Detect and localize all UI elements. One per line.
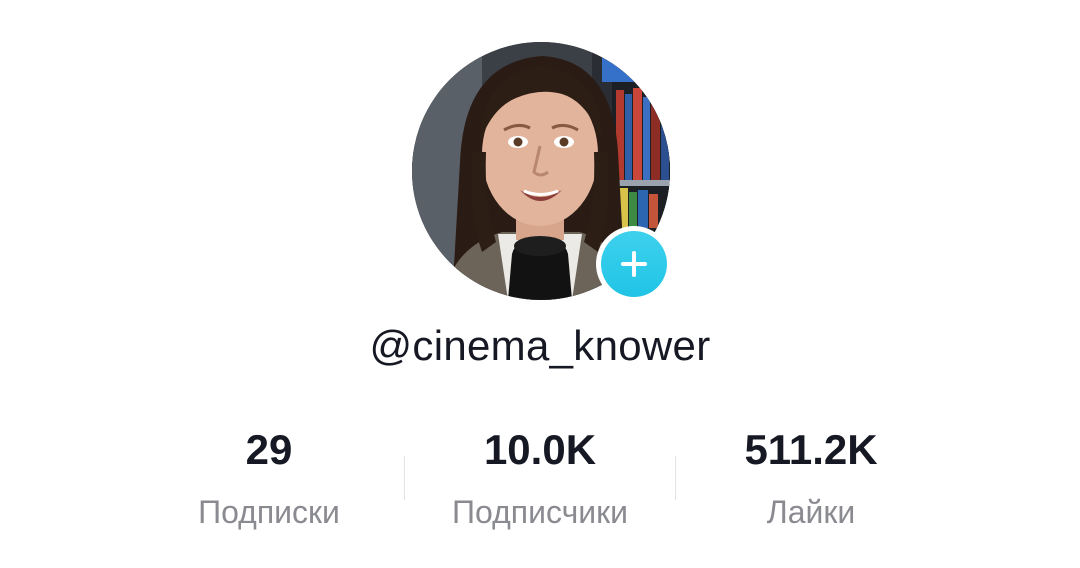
stat-divider <box>404 456 405 500</box>
profile-stats: 29 Подписки 10.0K Подписчики 511.2K Лайк… <box>0 420 1080 540</box>
stat-divider <box>675 456 676 500</box>
following-stat[interactable]: 29 Подписки <box>139 420 399 542</box>
followers-label: Подписчики <box>451 494 629 530</box>
followers-count: 10.0K <box>483 426 597 473</box>
follow-button[interactable] <box>596 226 672 302</box>
following-label: Подписки <box>198 494 340 530</box>
likes-count: 511.2K <box>744 426 878 473</box>
following-count: 29 <box>245 426 293 473</box>
followers-stat[interactable]: 10.0K Подписчики <box>410 420 670 542</box>
plus-icon <box>601 231 667 297</box>
username: @cinema_knower <box>369 322 711 369</box>
likes-label: Лайки <box>766 494 856 530</box>
profile-header: @cinema_knower 29 Подписки 10.0K Подписч… <box>0 0 1080 568</box>
plus-icon-vertical <box>632 251 636 277</box>
likes-stat[interactable]: 511.2K Лайки <box>681 420 941 542</box>
